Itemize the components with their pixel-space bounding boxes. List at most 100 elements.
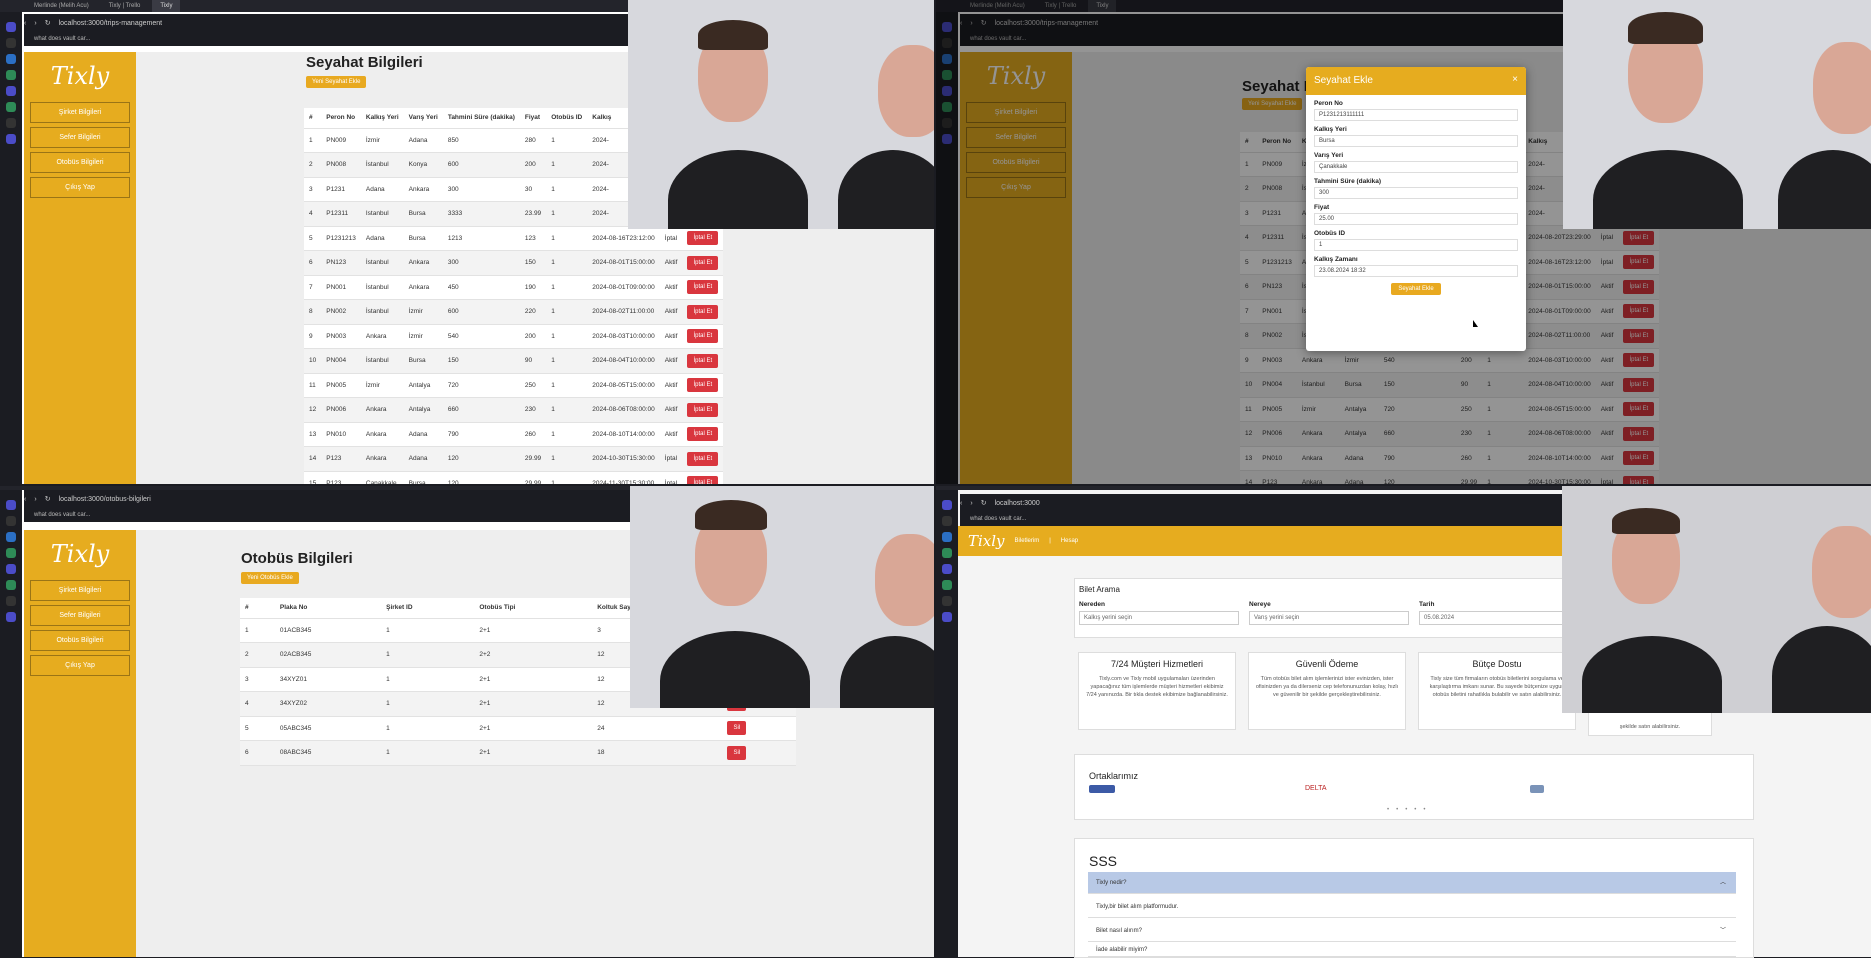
app-icon[interactable] [942, 564, 952, 574]
app-icon[interactable] [6, 86, 16, 96]
q1-tab-active[interactable]: Tixly [152, 0, 181, 12]
app-icon[interactable] [6, 564, 16, 574]
date-input[interactable]: 05.08.2024 [1419, 611, 1579, 625]
reload-icon[interactable]: ↻ [981, 499, 987, 507]
home-icon[interactable] [6, 500, 16, 510]
table-cell: 300 [442, 250, 520, 276]
forward-icon[interactable]: › [34, 496, 36, 503]
table-cell: 30 [519, 177, 547, 202]
bookmark-icon[interactable] [942, 516, 952, 526]
cancel-trip-button[interactable]: İptal Et [687, 402, 719, 417]
back-icon[interactable]: ‹ [24, 496, 26, 503]
app-icon[interactable] [6, 134, 16, 144]
modal-field-input[interactable]: 300 [1314, 187, 1518, 199]
card-text: Tixly.com ve Tixly mobil uygulamaları üz… [1086, 676, 1228, 698]
cancel-trip-button[interactable]: İptal Et [687, 304, 719, 319]
app-icon[interactable] [6, 532, 16, 542]
from-select[interactable]: Kalkış yerini seçin [1079, 611, 1239, 625]
date-label: Tarih [1419, 601, 1435, 608]
table-cell: Ankara [403, 250, 443, 276]
back-icon[interactable]: ‹ [960, 500, 962, 507]
faq-item[interactable]: Bilet nasıl alırım? ﹀ [1088, 920, 1736, 942]
table-cell: 1 [381, 716, 475, 741]
url-text[interactable]: localhost:3000/otobus-bilgileri [59, 496, 151, 503]
logo[interactable]: Tixly [968, 532, 1005, 550]
reload-icon[interactable]: ↻ [45, 495, 51, 503]
modal-field-input[interactable]: Çanakkale [1314, 161, 1518, 173]
bookmark-item[interactable]: what does vault car... [34, 36, 90, 42]
bookmark-icon[interactable] [6, 516, 16, 526]
delete-bus-button[interactable]: Sil [727, 721, 747, 736]
menu-bus-info[interactable]: Otobüs Bilgileri [30, 630, 130, 651]
carousel-dots[interactable]: ••••• [1387, 807, 1433, 813]
cancel-trip-button[interactable]: İptal Et [687, 353, 719, 368]
back-icon[interactable]: ‹ [24, 20, 26, 27]
cancel-trip-button[interactable]: İptal Et [687, 451, 719, 466]
logo[interactable]: Tixly [24, 540, 136, 568]
face [878, 45, 934, 137]
submit-trip-button[interactable]: Seyahat Ekle [1391, 283, 1441, 295]
to-select[interactable]: Varış yerini seçin [1249, 611, 1409, 625]
cancel-trip-button[interactable]: İptal Et [687, 231, 719, 246]
cancel-trip-button[interactable]: İptal Et [687, 280, 719, 295]
q1-browser-window: Merlinde (Melih Acu) Tixly | Trello Tixl… [0, 0, 934, 484]
modal-field-input[interactable]: 23.08.2024 18:32 [1314, 265, 1518, 277]
bookmark-item[interactable]: what does vault car... [34, 512, 90, 518]
modal-field-label: Fiyat [1314, 204, 1330, 211]
x-icon[interactable] [6, 596, 16, 606]
app-icon[interactable] [942, 532, 952, 542]
close-icon[interactable]: × [1512, 74, 1518, 85]
menu-logout[interactable]: Çıkış Yap [30, 655, 130, 676]
home-icon[interactable] [6, 22, 16, 32]
app-icon[interactable] [6, 548, 16, 558]
modal-field-input[interactable]: 25.00 [1314, 213, 1518, 225]
q1-tab[interactable]: Merlinde (Melih Acu) [26, 0, 97, 12]
url-text[interactable]: localhost:3000 [995, 500, 1040, 507]
table-cell: İzmir [360, 128, 404, 153]
whatsapp-icon[interactable] [6, 102, 16, 112]
app-icon[interactable] [942, 612, 952, 622]
whatsapp-icon[interactable] [942, 580, 952, 590]
menu-trip-info[interactable]: Sefer Bilgileri [30, 605, 130, 626]
menu-company-info[interactable]: Şirket Bilgileri [30, 102, 130, 123]
bookmark-item[interactable]: what does vault car... [970, 516, 1026, 522]
cancel-trip-button[interactable]: İptal Et [687, 378, 719, 393]
nav-my-tickets[interactable]: Biletlerim [1015, 538, 1040, 544]
faq-question: Bilet nasıl alırım? [1096, 928, 1143, 934]
app-icon[interactable] [6, 612, 16, 622]
modal-field-input[interactable]: Bursa [1314, 135, 1518, 147]
app-icon[interactable] [6, 70, 16, 80]
modal-field-input[interactable]: 1 [1314, 239, 1518, 251]
faq-item[interactable]: İade alabilir miyim? [1088, 944, 1736, 957]
hair [1628, 12, 1703, 44]
modal-field-input[interactable]: P1231213111111 [1314, 109, 1518, 121]
menu-logout[interactable]: Çıkış Yap [30, 177, 130, 198]
cancel-trip-button[interactable]: İptal Et [687, 476, 719, 484]
home-icon[interactable] [942, 500, 952, 510]
table-row: 10 PN004 İstanbul Bursa 150 90 1 2024-08-04T10:… [304, 348, 724, 374]
url-text[interactable]: localhost:3000/trips-management [59, 20, 163, 27]
table-cell: PN006 [321, 397, 361, 423]
cancel-trip-button[interactable]: İptal Et [687, 329, 719, 344]
x-icon[interactable] [942, 596, 952, 606]
logo[interactable]: Tixly [24, 62, 136, 90]
q1-tab[interactable]: Tixly | Trello [101, 0, 149, 12]
app-icon[interactable] [942, 548, 952, 558]
add-trip-button[interactable]: Yeni Seyahat Ekle [306, 76, 367, 88]
forward-icon[interactable]: › [34, 20, 36, 27]
whatsapp-icon[interactable] [6, 580, 16, 590]
faq-item-open[interactable]: Tixly nedir? ︿ [1088, 872, 1736, 894]
nav-account[interactable]: Hesap [1061, 538, 1078, 544]
x-icon[interactable] [6, 118, 16, 128]
add-bus-button[interactable]: Yeni Otobüs Ekle [241, 572, 299, 584]
bookmark-icon[interactable] [6, 38, 16, 48]
menu-bus-info[interactable]: Otobüs Bilgileri [30, 152, 130, 173]
menu-trip-info[interactable]: Sefer Bilgileri [30, 127, 130, 148]
cancel-trip-button[interactable]: İptal Et [687, 255, 719, 270]
delete-bus-button[interactable]: Sil [727, 745, 747, 760]
reload-icon[interactable]: ↻ [45, 19, 51, 27]
cancel-trip-button[interactable]: İptal Et [687, 427, 719, 442]
menu-company-info[interactable]: Şirket Bilgileri [30, 580, 130, 601]
forward-icon[interactable]: › [970, 500, 972, 507]
app-icon[interactable] [6, 54, 16, 64]
